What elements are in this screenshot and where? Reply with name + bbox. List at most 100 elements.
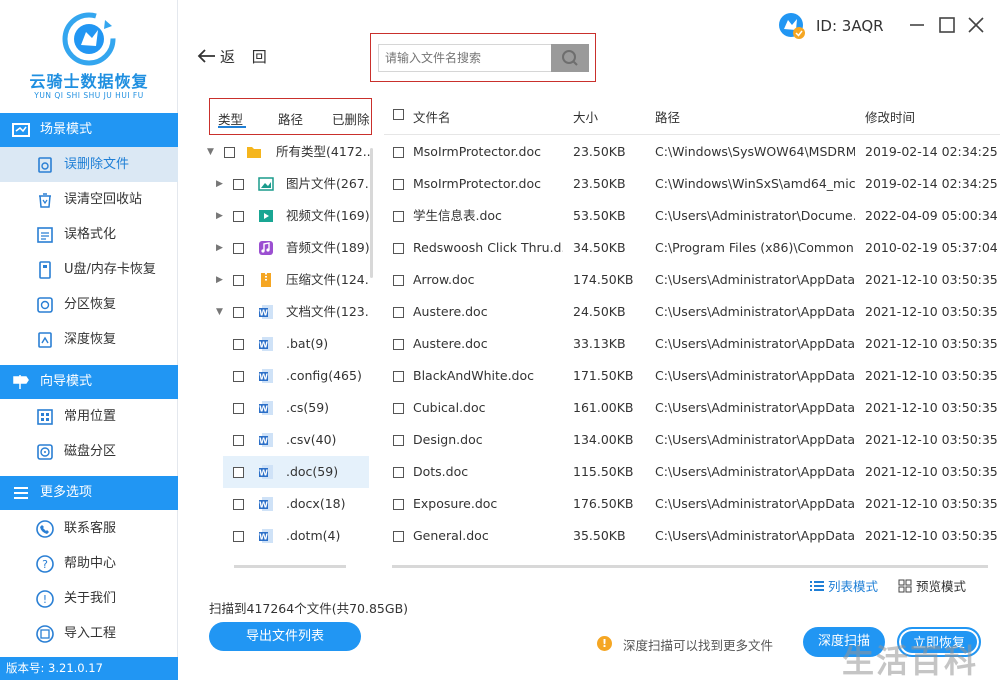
- sidebar-item-more-4[interactable]: 导入工程: [0, 616, 178, 651]
- sidebar-item-more-2[interactable]: ? 帮助中心: [0, 546, 178, 581]
- table-row[interactable]: Cubical.doc 161.00KB C:\Users\Administrato…: [384, 392, 1000, 424]
- select-all-checkbox[interactable]: [393, 109, 404, 120]
- tab-active-indicator: [218, 126, 246, 128]
- tree-checkbox[interactable]: [233, 339, 244, 350]
- row-checkbox[interactable]: [393, 339, 404, 350]
- col-header-modified[interactable]: 修改时间: [865, 107, 915, 126]
- tree-node[interactable]: W .csv(40): [202, 424, 372, 456]
- cell-modified: 2021-12-10 03:50:35: [865, 528, 998, 543]
- tree-node[interactable]: ▶ 音频文件(189): [202, 232, 372, 264]
- tree-checkbox[interactable]: [233, 435, 244, 446]
- tree-node[interactable]: W .bat(9): [202, 328, 372, 360]
- table-row[interactable]: Austere.doc 33.13KB C:\Users\Administrator…: [384, 328, 1000, 360]
- tree-node[interactable]: W .dotm(4): [202, 520, 372, 552]
- section-scene-mode-label: 场景模式: [40, 122, 93, 137]
- table-row[interactable]: Redswoosh Click Thru.d... 34.50KB C:\Progr…: [384, 232, 1000, 264]
- user-avatar-icon[interactable]: [778, 12, 806, 40]
- sidebar-item-scene-6[interactable]: 深度恢复: [0, 322, 178, 357]
- tree-node[interactable]: W .doc(59): [223, 456, 369, 488]
- tree-node[interactable]: ▶ 压缩文件(124...: [202, 264, 372, 296]
- col-header-path[interactable]: 路径: [655, 107, 680, 126]
- sidebar-item-scene-2[interactable]: 误清空回收站: [0, 182, 178, 217]
- expand-arrow-icon[interactable]: ▶: [216, 264, 223, 296]
- search-input[interactable]: [378, 44, 552, 72]
- row-checkbox[interactable]: [393, 435, 404, 446]
- sidebar-item-more-3[interactable]: ! 关于我们: [0, 581, 178, 616]
- tree-checkbox[interactable]: [233, 499, 244, 510]
- row-checkbox[interactable]: [393, 531, 404, 542]
- tree-node[interactable]: W .docx(18): [202, 488, 372, 520]
- tree-checkbox[interactable]: [233, 403, 244, 414]
- row-checkbox[interactable]: [393, 211, 404, 222]
- maximize-icon[interactable]: [936, 14, 958, 36]
- sidebar-item-guide-1[interactable]: 常用位置: [0, 399, 178, 434]
- table-row[interactable]: Exposure.doc 176.50KB C:\Users\Administrat…: [384, 488, 1000, 520]
- sidebar-item-scene-3[interactable]: 误格式化: [0, 217, 178, 252]
- table-row[interactable]: Austere.doc 24.50KB C:\Users\Administrator…: [384, 296, 1000, 328]
- sidebar-item-more-1[interactable]: 联系客服: [0, 511, 178, 546]
- preview-mode-button[interactable]: 预览模式: [898, 576, 966, 595]
- col-header-name[interactable]: 文件名: [413, 107, 451, 126]
- expand-arrow-icon[interactable]: ▶: [216, 168, 223, 200]
- cell-modified: 2021-12-10 03:50:35: [865, 496, 998, 511]
- sidebar-item-scene-5[interactable]: 分区恢复: [0, 287, 178, 322]
- tree-scrollbar[interactable]: [370, 148, 373, 278]
- tree-node[interactable]: ▶ 图片文件(267...: [202, 168, 372, 200]
- sidebar-item-guide-2[interactable]: 磁盘分区: [0, 434, 178, 469]
- sidebar: 云骑士数据恢复 YUN QI SHI SHU JU HUI FU 场景模式 误删…: [0, 0, 178, 680]
- search-button[interactable]: [551, 44, 589, 72]
- tree-node[interactable]: ▼ 所有类型(4172...: [202, 136, 372, 168]
- table-row[interactable]: Dots.doc 115.50KB C:\Users\Administrator\A…: [384, 456, 1000, 488]
- table-row[interactable]: General.doc 35.50KB C:\Users\Administrator…: [384, 520, 1000, 552]
- row-checkbox[interactable]: [393, 179, 404, 190]
- tree-checkbox[interactable]: [233, 531, 244, 542]
- tree-checkbox[interactable]: [233, 179, 244, 190]
- tree-node[interactable]: ▼ W 文档文件(123...: [202, 296, 372, 328]
- tree-checkbox[interactable]: [233, 243, 244, 254]
- tree-checkbox[interactable]: [233, 371, 244, 382]
- table-row[interactable]: MsoIrmProtector.doc 23.50KB C:\Windows\Sys…: [384, 136, 1000, 168]
- table-row[interactable]: Arrow.doc 174.50KB C:\Users\Administrator\…: [384, 264, 1000, 296]
- row-checkbox[interactable]: [393, 467, 404, 478]
- close-icon[interactable]: [965, 14, 987, 36]
- row-checkbox[interactable]: [393, 403, 404, 414]
- word-icon: W: [259, 337, 273, 351]
- back-button[interactable]: 返 回: [196, 46, 273, 67]
- deep-recover-icon: [38, 332, 52, 348]
- row-checkbox[interactable]: [393, 499, 404, 510]
- cell-path: C:\Program Files (x86)\Common ...: [655, 240, 855, 255]
- tab-deleted[interactable]: 已删除: [332, 109, 370, 128]
- tab-path[interactable]: 路径: [278, 109, 303, 128]
- tree-h-scrollbar[interactable]: [234, 565, 346, 568]
- table-h-scrollbar[interactable]: [392, 565, 988, 568]
- row-checkbox[interactable]: [393, 307, 404, 318]
- row-checkbox[interactable]: [393, 243, 404, 254]
- collapse-arrow-icon[interactable]: ▼: [207, 136, 214, 168]
- tree-checkbox[interactable]: [233, 307, 244, 318]
- cell-filename: Redswoosh Click Thru.d...: [413, 240, 563, 255]
- tree-node[interactable]: ▶ 视频文件(169): [202, 200, 372, 232]
- tree-node[interactable]: W .cs(59): [202, 392, 372, 424]
- minimize-icon[interactable]: [906, 14, 928, 36]
- tree-checkbox[interactable]: [233, 467, 244, 478]
- back-label: 返 回: [220, 48, 273, 66]
- col-header-size[interactable]: 大小: [573, 107, 598, 126]
- tree-node[interactable]: W .config(465): [202, 360, 372, 392]
- tree-checkbox[interactable]: [233, 211, 244, 222]
- tree-checkbox[interactable]: [224, 147, 235, 158]
- expand-arrow-icon[interactable]: ▶: [216, 200, 223, 232]
- expand-arrow-icon[interactable]: ▶: [216, 232, 223, 264]
- row-checkbox[interactable]: [393, 147, 404, 158]
- export-list-button[interactable]: 导出文件列表: [209, 622, 361, 651]
- table-row[interactable]: MsoIrmProtector.doc 23.50KB C:\Windows\Win…: [384, 168, 1000, 200]
- tree-checkbox[interactable]: [233, 275, 244, 286]
- collapse-arrow-icon[interactable]: ▼: [216, 296, 223, 328]
- row-checkbox[interactable]: [393, 275, 404, 286]
- row-checkbox[interactable]: [393, 371, 404, 382]
- sidebar-item-scene-1[interactable]: 误删除文件: [0, 147, 178, 182]
- table-row[interactable]: 学生信息表.doc 53.50KB C:\Users\Administrator\D…: [384, 200, 1000, 232]
- table-row[interactable]: Design.doc 134.00KB C:\Users\Administrator…: [384, 424, 1000, 456]
- list-mode-button[interactable]: 列表模式: [810, 576, 878, 595]
- sidebar-item-scene-4[interactable]: U盘/内存卡恢复: [0, 252, 178, 287]
- table-row[interactable]: BlackAndWhite.doc 171.50KB C:\Users\Admini…: [384, 360, 1000, 392]
